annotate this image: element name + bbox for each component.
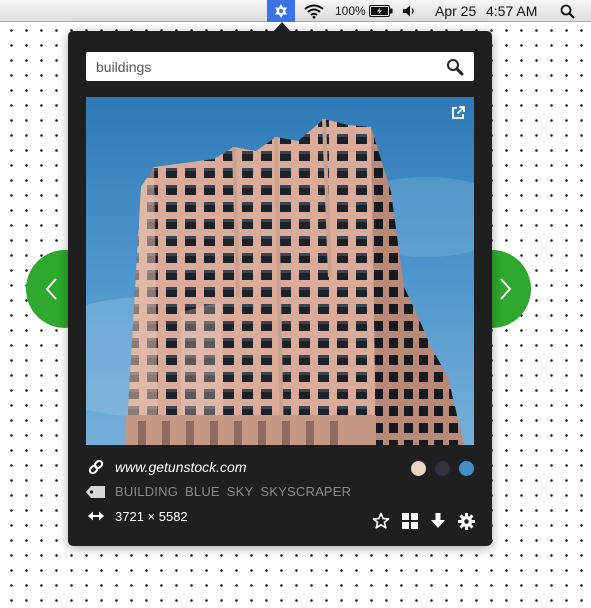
tag-item[interactable]: SKY [227,483,254,501]
tag-item[interactable]: BUILDING [115,483,178,501]
stock-photo-popover: www.getunstock.com BUILDING BLUE SKY SKY… [68,31,492,546]
wifi-icon [304,4,324,19]
palette-swatch-1[interactable] [411,461,426,476]
settings-button[interactable] [457,512,475,530]
snowflake-gear-icon [275,4,287,18]
search-icon [447,59,464,76]
app-menu-extra[interactable] [267,0,295,22]
tag-item[interactable]: BLUE [185,483,220,501]
image-dimensions: 3721 × 5582 [115,509,188,524]
source-url[interactable]: www.getunstock.com [115,458,247,476]
spotlight-button[interactable] [560,0,576,22]
gear-icon [457,512,475,530]
link-icon [88,459,104,475]
search-box [86,52,474,81]
building-photo [86,118,474,445]
speaker-icon [403,5,414,17]
search-button[interactable] [446,58,464,76]
search-icon [560,4,575,19]
menu-time[interactable]: 4:57 AM [486,0,537,22]
palette-swatch-2[interactable] [435,461,450,476]
battery-status[interactable] [369,0,393,22]
source-link-button[interactable] [87,458,105,476]
star-icon [372,512,390,529]
resize-arrows-icon [87,509,105,523]
open-external-button[interactable] [450,105,466,121]
search-input[interactable] [86,52,436,81]
tag-list: BUILDING BLUE SKY SKYSCRAPER [115,483,351,501]
chevron-right-icon [500,278,512,300]
wifi-status[interactable] [304,0,326,22]
tag-icon [86,485,106,499]
battery-charging-icon [369,5,393,17]
grid-view-button[interactable] [401,512,419,530]
download-icon [431,513,445,528]
menu-bar: 100% Apr 25 4:57 AM [0,0,591,22]
external-link-icon [452,106,465,119]
tag-item[interactable]: SKYSCRAPER [260,483,351,501]
chevron-left-icon [45,278,57,300]
menu-date[interactable]: Apr 25 [435,0,476,22]
download-button[interactable] [429,512,447,530]
volume-status[interactable] [403,0,417,22]
battery-percent[interactable]: 100% [335,0,366,22]
photo-preview[interactable] [86,97,474,445]
favorite-button[interactable] [372,512,390,530]
grid-icon [402,513,418,529]
palette-swatch-3[interactable] [459,461,474,476]
